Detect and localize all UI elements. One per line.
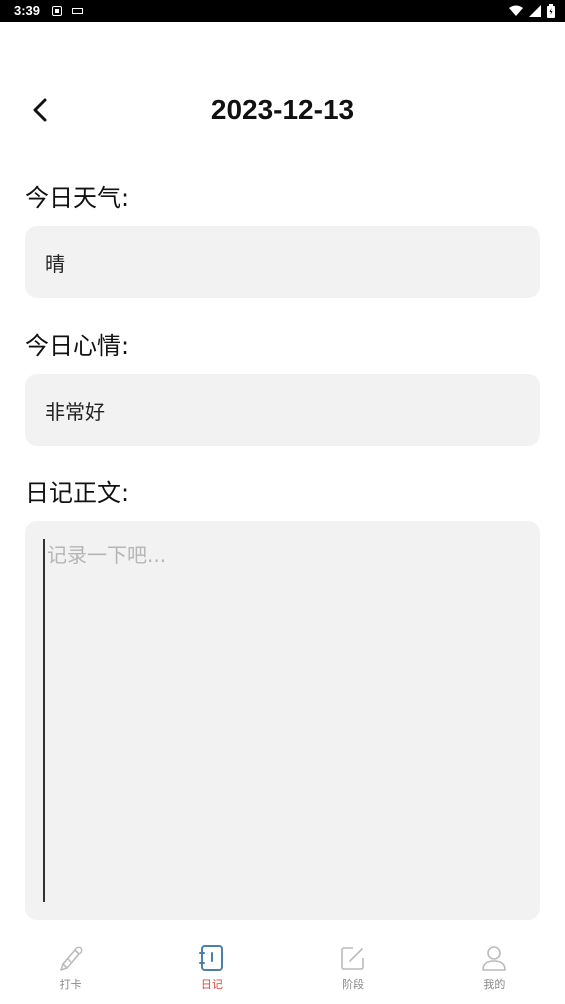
screen: 3:39 2023-12-13 今日天气: 晴 今日心情: 非常好 日记正文: … <box>0 0 565 1004</box>
diary-label: 日记正文: <box>25 479 130 507</box>
nav-label-profile: 我的 <box>483 978 506 991</box>
status-indicators <box>509 3 555 19</box>
nav-label-diary: 日记 <box>200 978 223 991</box>
wifi-icon <box>509 5 523 16</box>
app-notification-icon <box>52 6 62 16</box>
diary-textarea[interactable] <box>43 539 522 902</box>
battery-icon <box>547 4 555 18</box>
mood-label: 今日心情: <box>25 332 130 360</box>
user-icon <box>482 946 507 971</box>
bottom-nav: 打卡 日记 阶段 我的 <box>0 936 565 1004</box>
nav-item-diary[interactable]: 日记 <box>141 936 282 1004</box>
status-time: 3:39 <box>14 3 41 18</box>
status-bar: 3:39 <box>0 0 565 22</box>
diary-textarea-container <box>25 521 540 920</box>
weather-value: 晴 <box>45 251 65 276</box>
nav-item-checkin[interactable]: 打卡 <box>0 936 141 1004</box>
edit-icon <box>341 947 364 970</box>
weather-field[interactable]: 晴 <box>25 226 540 298</box>
keyboard-icon <box>72 8 83 14</box>
nav-label-checkin: 打卡 <box>59 978 82 991</box>
nav-label-stage: 阶段 <box>342 978 365 991</box>
weather-label: 今日天气: <box>25 184 130 212</box>
signal-icon <box>529 5 541 17</box>
mood-field[interactable]: 非常好 <box>25 374 540 446</box>
mood-value: 非常好 <box>45 399 105 424</box>
pen-icon <box>59 946 82 971</box>
page-title: 2023-12-13 <box>210 94 355 125</box>
notebook-icon <box>198 945 223 971</box>
nav-item-profile[interactable]: 我的 <box>424 936 565 1004</box>
nav-item-stage[interactable]: 阶段 <box>283 936 424 1004</box>
